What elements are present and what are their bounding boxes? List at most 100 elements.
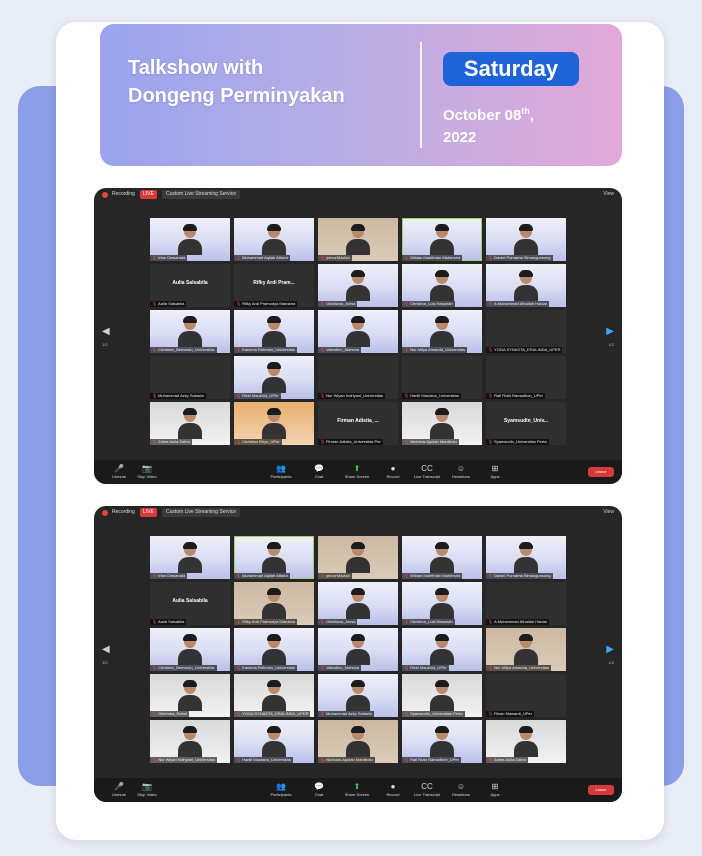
screen1-participant-tile[interactable]: Syamsudin_Univ... 🎙Syamsudin_Universitas … xyxy=(486,402,566,445)
screen2-participant-tile[interactable]: 🎙Rizki Maulana_UPer xyxy=(402,628,482,671)
reactions-button[interactable]: ☺ Reactions xyxy=(442,781,480,798)
screen1-participant-tile[interactable]: 🎙yelzorMwAsh xyxy=(318,218,398,261)
share-screen-icon: ⬆ xyxy=(353,464,361,473)
screen2-participant-tile[interactable]: 🎙Christian_Bernardo_Universitas xyxy=(150,628,230,671)
screen2-participant-tile[interactable]: Aulia Salsabila 🎙Aulia Salsabila xyxy=(150,582,230,625)
participant-name: Aulia Salsabila xyxy=(158,619,185,624)
screen2-participant-tile[interactable]: 🎙Muhammad Azky Sabaria xyxy=(318,674,398,717)
screen1-participant-tile[interactable]: 🎙Valentino_Mahesa xyxy=(318,310,398,353)
screen2-participant-tile[interactable]: 🎙Rafi Rizki Ramadhon_UPer xyxy=(402,720,482,763)
view-button[interactable]: View xyxy=(603,191,614,197)
prev-page-arrow-icon[interactable]: ◀ xyxy=(102,326,110,337)
leave-button[interactable]: Leave xyxy=(588,467,614,477)
screen2-participant-tile[interactable]: 🎙Wildan Mahfirdan Mahendra xyxy=(402,536,482,579)
screen2-participant-tile[interactable]: 🎙YOGA SYNASTA_ERALINDA_UPER xyxy=(234,674,314,717)
participant-avatar-icon xyxy=(346,588,370,619)
screen1-participant-tile[interactable]: 🎙A Muhammad Athallah Haidar xyxy=(486,264,566,307)
stop-video-button[interactable]: 📷 Stop Video xyxy=(128,463,166,480)
screen1-participant-tile[interactable]: 🎙Muhammad Aqilah Alfarizi xyxy=(234,218,314,261)
muted-mic-icon: 🎙 xyxy=(320,393,326,398)
screen2-participant-tile[interactable]: 🎙Christina_Lusi Hasanah xyxy=(402,582,482,625)
avatar-hair xyxy=(351,316,365,323)
record-button[interactable]: ● Record xyxy=(374,781,412,798)
share-screen-button[interactable]: ⬆ Share Screen xyxy=(338,463,376,480)
apps-button[interactable]: ⊞ Apps xyxy=(476,463,514,480)
screen1-participant-tile[interactable]: 🎙Christina_Lusi Hasanah xyxy=(402,264,482,307)
screen1-participant-tile[interactable]: 🎙Karisma Rahman_Universitas xyxy=(234,310,314,353)
screen1-participant-tile[interactable]: 🎙Zahra Aulia Zahra xyxy=(150,402,230,445)
screen1-participant-tile[interactable]: Aulia Salsabila 🎙Aulia Salsabila xyxy=(150,264,230,307)
apps-button[interactable]: ⊞ Apps xyxy=(476,781,514,798)
live-transcript-button[interactable]: CC Live Transcript xyxy=(408,463,446,480)
participant-display-name: Rifky Ardi Pram... xyxy=(253,280,295,286)
screen2-participant-tile[interactable]: 🎙Oktrimba_Rahel xyxy=(150,674,230,717)
screen2-participant-tile[interactable]: 🎙Muhammad Aqilah Alfarizi xyxy=(234,536,314,579)
screen2-participant-tile[interactable]: 🎙Nicholas Ajudan Mardhotu xyxy=(318,720,398,763)
screen1-participant-tile[interactable]: 🎙Rafi Rizki Ramadhon_UPer xyxy=(486,356,566,399)
avatar-hair xyxy=(519,726,533,733)
screen1-participant-tile[interactable]: 🎙Christian Rhyo_UPer xyxy=(234,402,314,445)
chat-button[interactable]: 💬 Chat xyxy=(300,781,338,798)
avatar-body xyxy=(178,741,202,757)
screen2-participant-tile[interactable]: 🎙Daniel Purnama Simangunsong xyxy=(486,536,566,579)
record-icon: ● xyxy=(390,464,396,473)
participant-avatar-icon xyxy=(430,726,454,757)
participant-name-label: 🎙Wildan Mahfirdan Mahendra xyxy=(402,573,463,579)
avatar-body xyxy=(430,285,454,301)
screen2-participant-tile[interactable]: 🎙Nur Alifya Amanda_Universitas xyxy=(486,628,566,671)
screen2-participant-tile[interactable]: 🎙Hanifi Maulana_Universitas xyxy=(234,720,314,763)
screen2-participant-tile[interactable]: 🎙Valentino_Mahesa xyxy=(318,628,398,671)
screen1-participant-tile[interactable]: Rifky Ardi Pram... 🎙Rifky Ardi Pramudya M… xyxy=(234,264,314,307)
chat-button[interactable]: 💬 Chat xyxy=(300,463,338,480)
participant-name: Wildan Mahfirdan Mahendra xyxy=(410,573,461,578)
participants-button[interactable]: 👥 Participants xyxy=(262,463,300,480)
participants-button[interactable]: 👥 Participants xyxy=(262,781,300,798)
live-transcript-button[interactable]: CC Live Transcript xyxy=(408,781,446,798)
page-indicator-left: 1/2 xyxy=(102,660,108,665)
screen2-participant-tile[interactable]: 🎙Syamsudin_Universitas Perta xyxy=(402,674,482,717)
screen1-participant-tile[interactable]: 🎙Nur Alifya Amanda_Universitas xyxy=(402,310,482,353)
live-badge[interactable]: LIVE xyxy=(140,508,157,517)
streaming-service-dropdown[interactable]: Custom Live Streaming Service xyxy=(162,190,241,199)
screen1-participant-tile[interactable]: 🎙Oktafiana_Anisa xyxy=(318,264,398,307)
screen2-participant-tile[interactable]: 🎙Rifky Ardi Pramudya Mardana xyxy=(234,582,314,625)
prev-page-arrow-icon[interactable]: ◀ xyxy=(102,644,110,655)
reactions-button[interactable]: ☺ Reactions xyxy=(442,463,480,480)
view-button[interactable]: View xyxy=(603,509,614,515)
record-button[interactable]: ● Record xyxy=(374,463,412,480)
screen1-participant-tile[interactable]: 🎙YOGA SYNASTA_ERALINDA_UPER xyxy=(486,310,566,353)
screen1-participant-tile[interactable]: 🎙Rizki Maulana_UPer xyxy=(234,356,314,399)
screen2-participant-tile[interactable]: 🎙Zahra Aulia Zahra xyxy=(486,720,566,763)
screen2-participant-tile[interactable]: 🎙yelzorMwAsh xyxy=(318,536,398,579)
streaming-service-dropdown[interactable]: Custom Live Streaming Service xyxy=(162,508,241,517)
stop-video-button[interactable]: 📷 Stop Video xyxy=(128,781,166,798)
screen2-participant-tile[interactable]: 🎙Karisma Rahman_Universitas xyxy=(234,628,314,671)
participant-avatar-icon xyxy=(346,316,370,347)
leave-button[interactable]: Leave xyxy=(588,785,614,795)
muted-mic-icon: 🎙 xyxy=(404,665,410,670)
screen2-participant-tile[interactable]: 🎙Oktafiana_Anisa xyxy=(318,582,398,625)
page-indicator-right: 1/2 xyxy=(608,342,614,347)
screen1-participant-tile[interactable]: 🎙Nicholas Ajudan Mardhotu xyxy=(402,402,482,445)
screen1-participant-tile[interactable]: 🎙Muhammad Azky Sabaria xyxy=(150,356,230,399)
screen2-participant-tile[interactable]: 🎙Nur Wiyan Indriyani_Universitas xyxy=(150,720,230,763)
screen1-participant-tile[interactable]: 🎙Daniel Purnama Simangunsong xyxy=(486,218,566,261)
share-screen-button[interactable]: ⬆ Share Screen xyxy=(338,781,376,798)
live-badge[interactable]: LIVE xyxy=(140,190,157,199)
next-page-arrow-icon[interactable]: ▶ xyxy=(606,644,614,655)
screen2-participant-tile[interactable]: 🎙Irfan Dewanata xyxy=(150,536,230,579)
participant-display-name: Aulia Salsabila xyxy=(172,280,208,286)
next-page-arrow-icon[interactable]: ▶ xyxy=(606,326,614,337)
screen1-participant-tile[interactable]: 🎙Nur Wiyan Indriyani_Universitas xyxy=(318,356,398,399)
screen1-participant-tile[interactable]: 🎙Christian_Bernardo_Universitas xyxy=(150,310,230,353)
screen1-participant-tile[interactable]: 🎙Hanifi Maulana_Universitas xyxy=(402,356,482,399)
screen2-participant-tile[interactable]: 🎙Rinan Mawardi_UPer xyxy=(486,674,566,717)
reactions-label: Reactions xyxy=(452,792,470,797)
screen1-participant-tile[interactable]: 🎙Wildan Mahfirdan Mahendra xyxy=(402,218,482,261)
participant-avatar-icon xyxy=(430,224,454,255)
screen2-participant-tile[interactable]: 🎙A Muhammad Athallah Haidar xyxy=(486,582,566,625)
muted-mic-icon: 🎙 xyxy=(320,347,326,352)
screen1-participant-tile[interactable]: 🎙Irfan Dewanata xyxy=(150,218,230,261)
screen1-participant-tile[interactable]: Firman Adistia_... 🎙Firman Adistia_Univer… xyxy=(318,402,398,445)
participant-name: Rizki Maulana_UPer xyxy=(410,665,447,670)
